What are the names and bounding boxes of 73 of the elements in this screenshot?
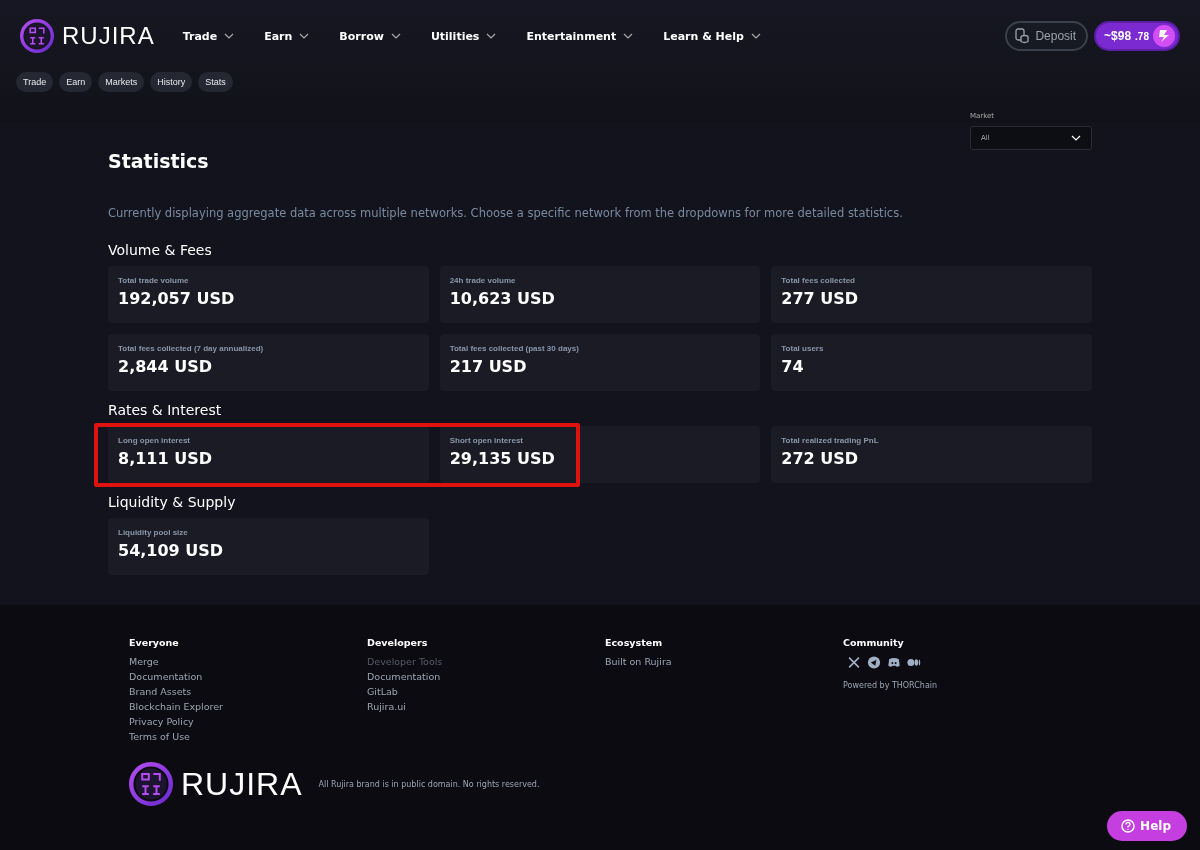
section-title: Volume & Fees: [108, 242, 213, 258]
balance-button[interactable]: ~$98 .78: [1094, 21, 1180, 51]
stat-label: Liquidity pool size: [118, 528, 189, 537]
footer-heading: Everyone: [129, 637, 180, 648]
subnav-tab[interactable]: Stats: [198, 72, 233, 92]
question-icon: [1121, 819, 1136, 833]
help-button[interactable]: Help: [1107, 811, 1187, 841]
footer-link[interactable]: Merge: [129, 656, 367, 667]
footer-heading: Developers: [367, 637, 429, 648]
stat-label: Total realized trading PnL: [781, 436, 880, 445]
logo-icon: [20, 19, 54, 53]
stat-value: 74: [781, 357, 805, 376]
info-text: Currently displaying aggregate data across multiple networks. Choose a specific network from the dropdowns for more detailed statistics.: [108, 206, 904, 220]
chevron-down-icon: [486, 33, 497, 39]
footer-link[interactable]: Documentation: [129, 671, 367, 682]
subnav-tab[interactable]: History: [150, 72, 193, 92]
chevron-down-icon: [1071, 135, 1081, 141]
token-icon: [1153, 25, 1175, 47]
stat-value: 10,623 USD: [449, 289, 556, 308]
stat-value: 192,057 USD: [118, 289, 236, 308]
footer-link[interactable]: Terms of Use: [129, 731, 367, 742]
stat-value: 217 USD: [449, 357, 528, 376]
stat-value: 29,135 USD: [449, 449, 556, 468]
subnav-tab[interactable]: Earn: [59, 72, 93, 92]
nav-menu[interactable]: Borrow: [339, 29, 401, 43]
stat-label: Total trade volume: [118, 276, 190, 285]
footer-link[interactable]: Built on Rujira: [605, 656, 843, 667]
subnav-tab[interactable]: Trade: [16, 72, 54, 92]
nav-menu[interactable]: Utilities: [430, 29, 497, 43]
brand-name: RUJIRA: [181, 765, 303, 803]
deposit-button[interactable]: Deposit: [1005, 21, 1089, 51]
logo-icon: [129, 762, 173, 806]
section-title: Liquidity & Supply: [108, 494, 237, 510]
footer-link[interactable]: Blockchain Explorer: [129, 701, 367, 712]
stat-value: 8,111 USD: [118, 449, 213, 468]
circles-icon[interactable]: [907, 656, 921, 669]
stat-label: Total fees collected (7 day annualized): [118, 344, 265, 353]
stat-value: 272 USD: [781, 449, 860, 468]
stat-label: Total users: [781, 344, 825, 353]
x-logo-icon[interactable]: [847, 656, 861, 669]
nav-menu[interactable]: Entertainment: [526, 29, 634, 43]
nav-menu[interactable]: Learn & Help: [663, 29, 761, 43]
stat-label: Total fees collected (past 30 days): [449, 344, 580, 353]
stat-label: Short open interest: [449, 436, 524, 445]
stat-value: 54,109 USD: [118, 541, 225, 560]
footer-link[interactable]: Documentation: [367, 671, 605, 682]
gamepad-icon[interactable]: [887, 656, 901, 669]
subnav-tab[interactable]: Markets: [98, 72, 145, 92]
stat-label: 24h trade volume: [449, 276, 517, 285]
section-title: Rates & Interest: [108, 402, 223, 418]
brand-name[interactable]: RUJIRA: [62, 22, 155, 50]
powered-by-text: Powered by THORChain: [843, 681, 939, 690]
chevron-down-icon: [390, 33, 401, 39]
footer-link[interactable]: Rujira.ui: [367, 701, 605, 712]
copyright-text: All Rujira brand is in public domain. No rights reserved.: [318, 779, 540, 789]
coins-icon: [1015, 28, 1030, 44]
nav-menu[interactable]: Trade: [182, 29, 235, 43]
chevron-down-icon: [224, 33, 235, 39]
footer-link[interactable]: GitLab: [367, 686, 605, 697]
footer-link[interactable]: Brand Assets: [129, 686, 367, 697]
chevron-down-icon: [299, 33, 310, 39]
stat-value: 2,844 USD: [118, 357, 213, 376]
page-title: Statistics: [108, 150, 209, 172]
paper-plane-icon[interactable]: [867, 656, 881, 669]
stat-label: Long open interest: [118, 436, 191, 445]
nav-menu[interactable]: Earn: [264, 29, 310, 43]
chevron-down-icon: [750, 33, 761, 39]
footer-link[interactable]: Privacy Policy: [129, 716, 367, 727]
chevron-down-icon: [623, 33, 634, 39]
stat-value: 277 USD: [781, 289, 860, 308]
footer-heading: Ecosystem: [605, 637, 664, 648]
stat-label: Total fees collected: [781, 276, 856, 285]
footer-heading: Community: [843, 637, 905, 648]
